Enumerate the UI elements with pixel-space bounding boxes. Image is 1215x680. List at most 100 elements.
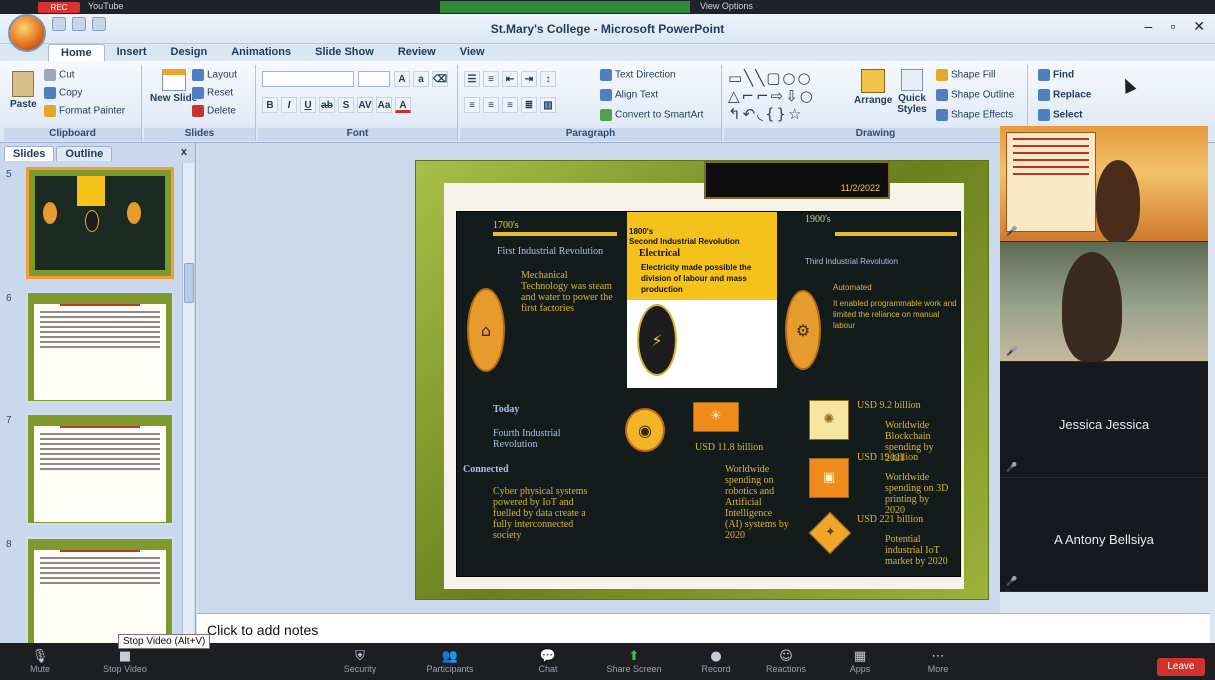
scrollbar-thumb[interactable] <box>184 263 194 303</box>
tab-design[interactable]: Design <box>159 44 220 62</box>
muted-mic-icon: 🎤 <box>1006 576 1018 586</box>
font-color-icon[interactable]: A <box>395 97 411 113</box>
slide-thumbnail-5[interactable]: 5 <box>4 167 184 283</box>
bold-icon[interactable]: B <box>262 97 278 113</box>
participant-name: Jessica Jessica <box>1058 417 1150 433</box>
copy-button[interactable]: Copy <box>44 87 82 99</box>
tab-review[interactable]: Review <box>386 44 448 62</box>
line-spacing-icon[interactable]: ↕ <box>540 71 556 87</box>
font-name-input[interactable] <box>262 71 354 87</box>
close-icon[interactable]: ✕ <box>1193 18 1205 35</box>
decrease-indent-icon[interactable]: ⇤ <box>502 71 518 87</box>
italic-icon[interactable]: I <box>281 97 297 113</box>
reactions-button[interactable]: ☺ Reactions <box>756 649 816 674</box>
office-button[interactable] <box>8 14 46 52</box>
stop-video-button[interactable]: ■ Stop Video <box>95 649 155 674</box>
third-revolution-body: It enabled programmable work and limited… <box>833 299 957 330</box>
grow-font-icon[interactable]: A <box>394 71 410 87</box>
ai-stat-icon: ☀ <box>693 402 739 432</box>
format-painter-button[interactable]: Format Painter <box>44 105 125 117</box>
layout-button[interactable]: Layout <box>192 69 237 81</box>
participant-figure <box>1096 160 1140 242</box>
window-controls: – ▫ ✕ <box>1145 18 1206 35</box>
align-text-button[interactable]: Align Text <box>600 89 658 101</box>
spacing-icon[interactable]: AV <box>357 97 373 113</box>
shapes-gallery[interactable]: ▭╲╲▢○○ △⌐⌐⇨⇩○ ↰↶◟{}☆ <box>728 69 846 123</box>
align-left-icon[interactable]: ≡ <box>464 97 480 113</box>
tab-animations[interactable]: Animations <box>219 44 303 62</box>
apps-button[interactable]: ▦ Apps <box>830 649 890 674</box>
leave-button[interactable]: Leave <box>1157 658 1205 676</box>
revolution-timeline: 1700's First Industrial Revolution Mecha… <box>456 211 961 577</box>
arrange-button[interactable]: Arrange <box>854 69 892 106</box>
cut-button[interactable]: Cut <box>44 69 75 81</box>
globe-icon: ◉ <box>625 408 665 452</box>
brush-icon <box>44 105 56 117</box>
minimize-icon[interactable]: – <box>1145 18 1153 35</box>
paste-icon <box>12 71 35 97</box>
clear-format-icon[interactable]: ⌫ <box>432 71 448 87</box>
justify-icon[interactable]: ≣ <box>521 97 537 113</box>
share-screen-button[interactable]: ⬆ Share Screen <box>604 649 664 674</box>
numbering-icon[interactable]: ≡ <box>483 71 499 87</box>
view-options-menu[interactable]: View Options <box>700 1 780 13</box>
strikethrough-icon[interactable]: ab <box>319 97 335 113</box>
shape-effects-button[interactable]: Shape Effects <box>936 109 1013 121</box>
blockchain-icon: ✺ <box>809 400 849 440</box>
new-slide-button[interactable]: New Slide <box>150 69 197 104</box>
tab-view[interactable]: View <box>448 44 497 62</box>
restore-icon[interactable]: ▫ <box>1170 18 1175 35</box>
participants-button[interactable]: 👥 Participants <box>420 649 480 674</box>
align-center-icon[interactable]: ≡ <box>483 97 499 113</box>
participant-video-2[interactable]: 🎤 <box>1000 242 1208 362</box>
record-button[interactable]: ● Record <box>686 649 746 674</box>
connected-label: Connected <box>463 464 509 475</box>
select-button[interactable]: Select <box>1038 109 1082 121</box>
pane-close-icon[interactable]: x <box>181 146 187 158</box>
shrink-font-icon[interactable]: a <box>413 71 429 87</box>
slides-scrollbar[interactable] <box>182 163 194 643</box>
replace-button[interactable]: Replace <box>1038 89 1091 101</box>
increase-indent-icon[interactable]: ⇥ <box>521 71 537 87</box>
chat-icon: 💬 <box>539 649 557 664</box>
mute-button[interactable]: 🎙 Mute <box>10 649 70 674</box>
tab-home[interactable]: Home <box>48 44 105 62</box>
underline-icon[interactable]: U <box>300 97 316 113</box>
tab-insert[interactable]: Insert <box>105 44 159 62</box>
tab-outline[interactable]: Outline <box>56 146 113 161</box>
slide-thumbnail-6[interactable]: 6 <box>4 291 184 407</box>
align-right-icon[interactable]: ≡ <box>502 97 518 113</box>
shadow-icon[interactable]: S <box>338 97 354 113</box>
paste-button[interactable]: Paste <box>10 71 37 110</box>
thumbnail-frame <box>26 413 174 525</box>
participant-video-1[interactable]: 🎤 <box>1000 126 1208 242</box>
tab-slide-show[interactable]: Slide Show <box>303 44 386 62</box>
columns-icon[interactable]: ▥ <box>540 97 556 113</box>
reset-button[interactable]: Reset <box>192 87 233 99</box>
security-button[interactable]: ⛨ Security <box>330 649 390 674</box>
today-label: Today <box>493 404 520 415</box>
quick-styles-button[interactable]: Quick Styles <box>894 69 930 115</box>
current-slide[interactable]: 11/2/2022 1700's First Industrial Revolu… <box>415 160 989 600</box>
clipboard-label: Clipboard <box>4 128 141 141</box>
change-case-icon[interactable]: Aa <box>376 97 392 113</box>
slide-thumbnail-7[interactable]: 7 <box>4 413 184 529</box>
list-buttons: ☰ ≡ ⇤ ⇥ ↕ <box>464 71 556 87</box>
notes-pane[interactable]: Click to add notes <box>197 613 1210 643</box>
convert-smartart-button[interactable]: Convert to SmartArt <box>600 109 703 121</box>
text-direction-button[interactable]: Text Direction <box>600 69 676 81</box>
more-button[interactable]: ⋯ More <box>908 649 968 674</box>
font-size-input[interactable] <box>358 71 390 87</box>
font-group: A a ⌫ B I U ab S AV Aa A Font <box>258 65 458 141</box>
chat-button[interactable]: 💬 Chat <box>518 649 578 674</box>
shape-fill-button[interactable]: Shape Fill <box>936 69 995 81</box>
shape-outline-button[interactable]: Shape Outline <box>936 89 1014 101</box>
find-button[interactable]: Find <box>1038 69 1074 81</box>
delete-button[interactable]: Delete <box>192 105 236 117</box>
drawing-label: Drawing <box>724 128 1027 141</box>
participant-tile-antony[interactable]: A Antony Bellsiya 🎤 <box>1000 478 1208 592</box>
tab-slides[interactable]: Slides <box>4 146 55 161</box>
participant-tile-jessica[interactable]: Jessica Jessica 🎤 <box>1000 362 1208 478</box>
bullets-icon[interactable]: ☰ <box>464 71 480 87</box>
screen-share-banner[interactable] <box>440 1 690 13</box>
